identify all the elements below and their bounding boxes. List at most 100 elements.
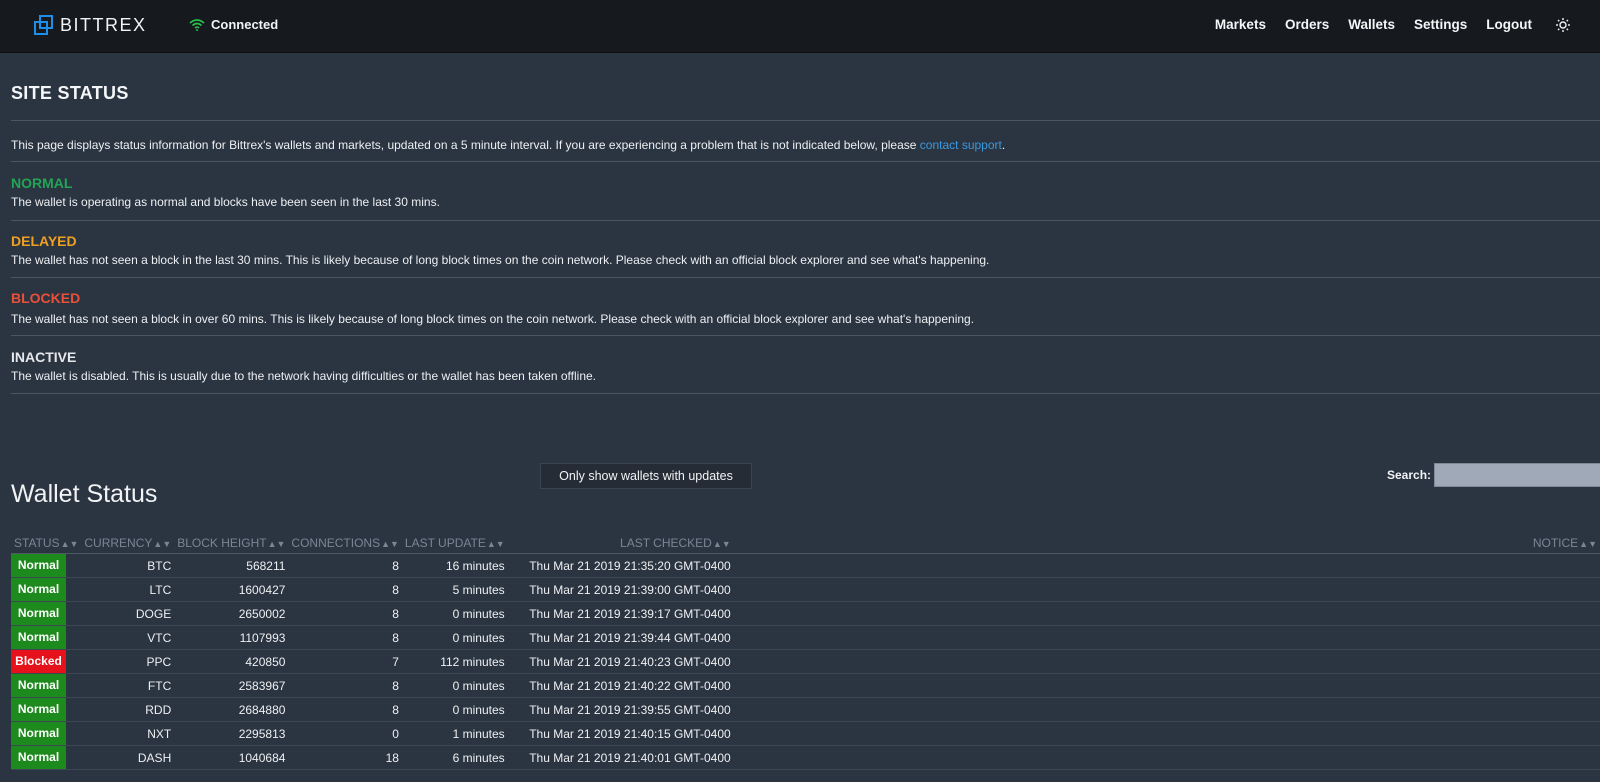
status-badge: Normal [11,554,66,577]
nav-orders[interactable]: Orders [1285,17,1329,32]
block-height-cell: 1107993 [174,625,289,650]
legend-delayed-title: DELAYED [11,233,77,249]
last-update-cell: 0 minutes [401,601,508,626]
last-update-cell: 0 minutes [401,625,508,650]
main-nav: Markets Orders Wallets Settings Logout [1196,17,1570,32]
only-updates-button[interactable]: Only show wallets with updates [540,463,752,489]
block-height-cell: 1040684 [174,745,289,770]
column-header-last-checked[interactable]: LAST CHECKED▲▼ [507,532,734,554]
block-height-cell: 2684880 [174,697,289,722]
brand-name: BITTREX [60,14,147,35]
connections-cell: 8 [288,673,402,698]
status-badge: Normal [11,602,66,625]
status-cell: Normal [11,577,82,602]
block-height-cell: 568211 [174,553,289,578]
table-row: Normal FTC 2583967 8 0 minutes Thu Mar 21 201… [11,673,1600,698]
sort-icon: ▲▼ [1579,538,1597,549]
last-checked-cell: Thu Mar 21 2019 21:40:23 GMT-0400 [507,649,734,674]
top-navbar: BITTREX Connected Markets Orders Wallets… [0,0,1600,53]
status-cell: Normal [11,697,82,722]
divider [11,161,1600,162]
legend-delayed-desc: The wallet has not seen a block in the l… [11,253,990,267]
nav-logout[interactable]: Logout [1486,17,1532,32]
last-update-cell: 0 minutes [401,697,508,722]
divider [11,220,1600,221]
connections-cell: 8 [288,553,402,578]
notice-cell [733,697,1600,722]
connection-label: Connected [211,17,279,32]
last-checked-cell: Thu Mar 21 2019 21:39:17 GMT-0400 [507,601,734,626]
table-row: Blocked PPC 420850 7 112 minutes Thu Mar 21 2… [11,649,1600,674]
nav-wallets[interactable]: Wallets [1348,17,1395,32]
connections-cell: 18 [288,745,402,770]
sort-icon: ▲▼ [60,538,79,549]
column-header-currency[interactable]: CURRENCY▲▼ [81,532,175,554]
sort-icon: ▲▼ [712,538,731,549]
notice-cell [733,745,1600,770]
currency-cell: VTC [81,625,175,650]
currency-cell: DASH [81,745,175,770]
last-checked-cell: Thu Mar 21 2019 21:35:20 GMT-0400 [507,553,734,578]
legend-inactive-title: INACTIVE [11,349,77,365]
status-cell: Normal [11,625,82,650]
contact-support-link[interactable]: contact support [920,138,1002,152]
column-header-notice[interactable]: NOTICE▲▼ [733,532,1600,554]
status-badge: Normal [11,626,66,649]
legend-inactive-desc: The wallet is disabled. This is usually … [11,369,597,383]
divider [11,120,1600,121]
nav-markets[interactable]: Markets [1215,17,1266,32]
status-cell: Normal [11,553,82,578]
last-update-cell: 0 minutes [401,673,508,698]
wifi-icon [189,18,205,31]
divider [11,335,1600,336]
currency-cell: NXT [81,721,175,746]
table-row: Normal LTC 1600427 8 5 minutes Thu Mar 21 201… [11,577,1600,602]
status-badge: Normal [11,722,66,745]
status-badge: Normal [11,674,66,697]
wallet-status-table: STATUS▲▼ CURRENCY▲▼ BLOCK HEIGHT▲▼ CONNE… [11,532,1600,770]
column-header-block-height[interactable]: BLOCK HEIGHT▲▼ [174,532,289,554]
table-row: Normal NXT 2295813 0 1 minutes Thu Mar 21 201… [11,721,1600,746]
connections-cell: 0 [288,721,402,746]
last-update-cell: 6 minutes [401,745,508,770]
theme-toggle-sun-icon[interactable] [1556,17,1570,32]
status-cell: Blocked [11,649,82,674]
status-badge: Blocked [11,650,66,673]
last-update-cell: 1 minutes [401,721,508,746]
currency-cell: LTC [81,577,175,602]
search-input[interactable] [1434,463,1600,487]
last-checked-cell: Thu Mar 21 2019 21:40:01 GMT-0400 [507,745,734,770]
notice-cell [733,625,1600,650]
legend-normal-desc: The wallet is operating as normal and bl… [11,195,440,209]
table-row: Normal RDD 2684880 8 0 minutes Thu Mar 21 201… [11,697,1600,722]
status-cell: Normal [11,745,82,770]
site-status-intro: This page displays status information fo… [11,138,1005,152]
status-cell: Normal [11,673,82,698]
legend-normal-title: NORMAL [11,175,73,191]
currency-cell: PPC [81,649,175,674]
sort-icon: ▲▼ [153,538,172,549]
divider [11,393,1600,394]
table-row: Normal VTC 1107993 8 0 minutes Thu Mar 21 201… [11,625,1600,650]
wallet-rows: Normal BTC 568211 8 16 minutes Thu Mar 21 201… [11,553,1600,770]
status-cell: Normal [11,601,82,626]
column-header-connections[interactable]: CONNECTIONS▲▼ [288,532,402,554]
connections-cell: 8 [288,625,402,650]
last-checked-cell: Thu Mar 21 2019 21:40:15 GMT-0400 [507,721,734,746]
connections-cell: 8 [288,697,402,722]
currency-cell: BTC [81,553,175,578]
block-height-cell: 1600427 [174,577,289,602]
table-row: Normal BTC 568211 8 16 minutes Thu Mar 21 201… [11,553,1600,578]
bittrex-logo[interactable]: BITTREX [34,14,147,36]
wallet-status-title: Wallet Status [11,480,158,508]
connections-cell: 8 [288,601,402,626]
site-status-title: SITE STATUS [11,83,129,103]
block-height-cell: 2295813 [174,721,289,746]
nav-settings[interactable]: Settings [1414,17,1467,32]
legend-blocked-desc: The wallet has not seen a block in over … [11,312,975,326]
divider [11,277,1600,278]
status-badge: Normal [11,746,66,769]
block-height-cell: 420850 [174,649,289,674]
column-header-status[interactable]: STATUS▲▼ [11,532,82,554]
column-header-last-update[interactable]: LAST UPDATE▲▼ [401,532,508,554]
